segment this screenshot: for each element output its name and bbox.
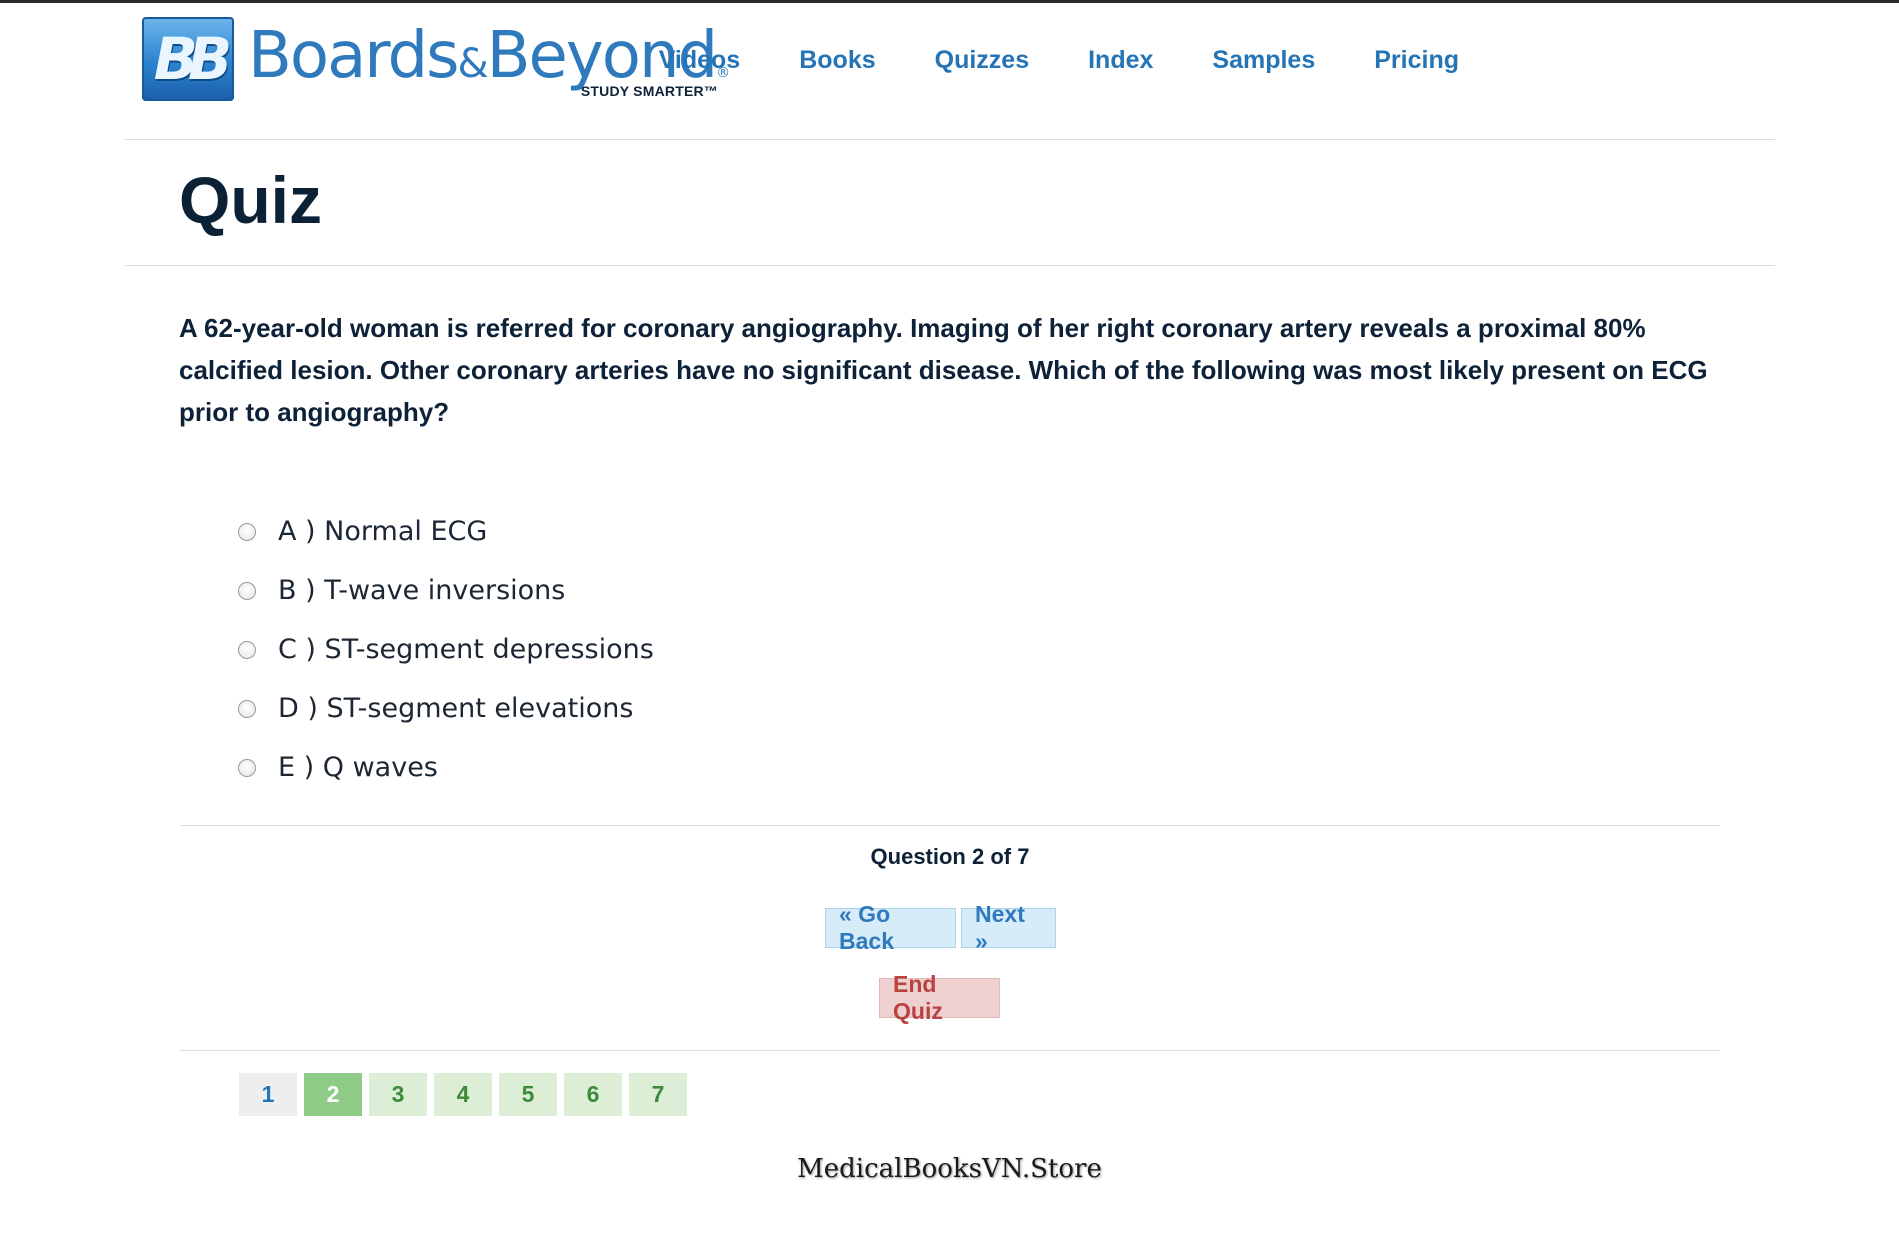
option-a[interactable]: A ) Normal ECG <box>238 502 654 561</box>
page-button-2[interactable]: 2 <box>304 1073 362 1116</box>
question-counter: Question 2 of 7 <box>870 844 1030 869</box>
option-d[interactable]: D ) ST-segment elevations <box>238 679 654 738</box>
options-divider <box>180 825 1720 826</box>
logo-tagline: STUDY SMARTER™ <box>580 83 718 99</box>
radio-button[interactable] <box>238 758 256 777</box>
page-button-7[interactable]: 7 <box>629 1073 687 1116</box>
end-quiz-button[interactable]: End Quiz <box>879 971 1000 1024</box>
nav-samples[interactable]: Samples <box>1212 46 1315 75</box>
page-button-1[interactable]: 1 <box>239 1073 297 1116</box>
option-c[interactable]: C ) ST-segment depressions <box>238 620 654 679</box>
option-label: A ) Normal ECG <box>278 516 488 547</box>
option-label: C ) ST-segment depressions <box>278 634 654 665</box>
header-divider <box>125 139 1775 140</box>
page-button-6[interactable]: 6 <box>564 1073 622 1116</box>
page-button-5[interactable]: 5 <box>499 1073 557 1116</box>
radio-button[interactable] <box>238 640 256 659</box>
page-button-4[interactable]: 4 <box>434 1073 492 1116</box>
quiz-navigation: « Go Back Next » <box>825 901 1056 954</box>
option-e[interactable]: E ) Q waves <box>238 738 654 797</box>
watermark-text: MedicalBooksVN.Store <box>797 1154 1102 1184</box>
nav-index[interactable]: Index <box>1088 46 1153 75</box>
logo-mark-icon: BB <box>142 17 234 101</box>
radio-button[interactable] <box>238 522 256 541</box>
page-title: Quiz <box>179 163 322 237</box>
go-back-button[interactable]: « Go Back <box>825 901 956 954</box>
main-nav: Videos Books Quizzes Index Samples Prici… <box>659 46 1459 75</box>
pager-divider <box>180 1050 1720 1051</box>
question-pager: 1 2 3 4 5 6 7 <box>239 1073 694 1116</box>
title-divider <box>125 265 1775 266</box>
page-button-3[interactable]: 3 <box>369 1073 427 1116</box>
option-b[interactable]: B ) T-wave inversions <box>238 561 654 620</box>
site-logo[interactable]: BB Boards&Beyond® STUDY SMARTER™ <box>142 17 730 101</box>
nav-quizzes[interactable]: Quizzes <box>935 46 1029 75</box>
option-label: D ) ST-segment elevations <box>278 693 634 724</box>
nav-books[interactable]: Books <box>799 46 875 75</box>
logo-wordmark: Boards&Beyond® STUDY SMARTER™ <box>248 17 730 101</box>
next-button[interactable]: Next » <box>961 901 1056 954</box>
top-border <box>0 0 1899 3</box>
nav-pricing[interactable]: Pricing <box>1374 46 1459 75</box>
answer-options: A ) Normal ECG B ) T-wave inversions C )… <box>238 502 654 797</box>
question-text: A 62-year-old woman is referred for coro… <box>179 313 1708 427</box>
radio-button[interactable] <box>238 699 256 718</box>
option-label: E ) Q waves <box>278 752 438 783</box>
nav-videos[interactable]: Videos <box>659 46 741 75</box>
radio-button[interactable] <box>238 581 256 600</box>
option-label: B ) T-wave inversions <box>278 575 566 606</box>
